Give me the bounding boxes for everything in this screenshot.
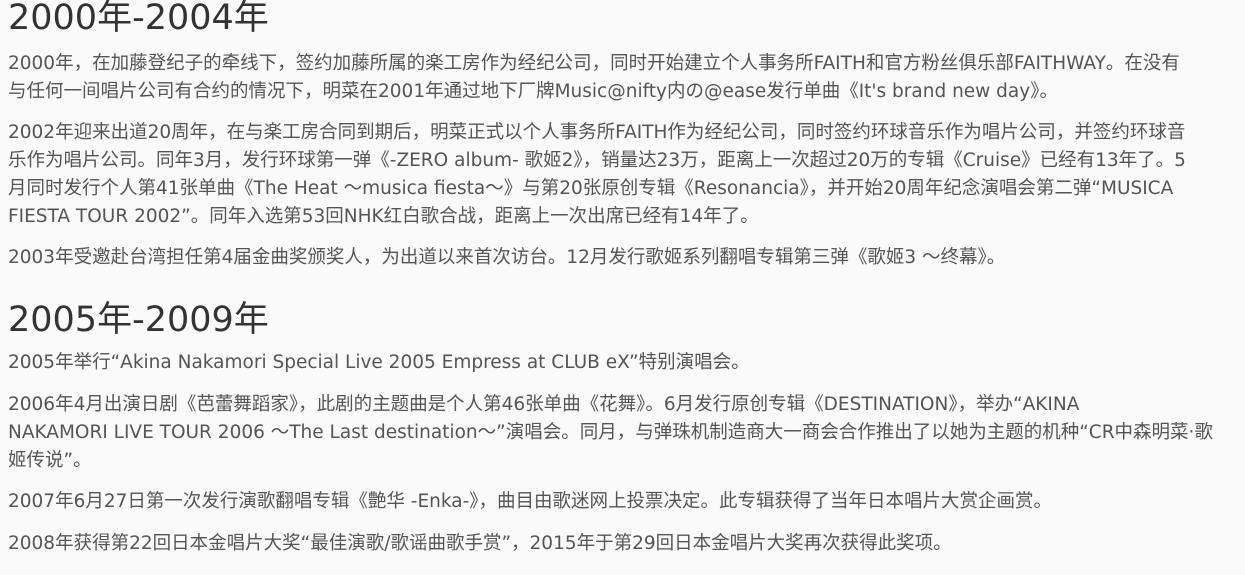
section-heading-2000-2004: 2000年-2004年 — [8, 0, 269, 38]
paragraph-line: 2007年6月27日第一次发行演歌翻唱专辑《艶华 -Enka-》，曲目由歌迷网上… — [8, 491, 1053, 512]
paragraph-line: 2005年举行“Akina Nakamori Special Live 2005… — [8, 352, 750, 373]
paragraph-2008: 2008年获得第22回日本金唱片大奖“最佳演歌/歌谣曲歌手赏”，2015年于第2… — [8, 530, 1240, 558]
paragraph-line: 与任何一间唱片公司有合约的情况下，明菜在2001年通过地下厂牌Music@nif… — [8, 81, 1058, 102]
paragraph-2000: 2000年，在加藤登纪子的牵线下，签约加藤所属的楽工房作为经纪公司，同时开始建立… — [8, 50, 1240, 106]
paragraph-line: 2006年4月出演日剧《芭蕾舞蹈家》，此剧的主题曲是个人第46张单曲《花舞》。6… — [8, 394, 1080, 415]
paragraph-line: 2003年受邀赴台湾担任第4届金曲奖颁奖人，为出道以来首次访台。12月发行歌姬系… — [8, 247, 1006, 268]
paragraph-line: 2008年获得第22回日本金唱片大奖“最佳演歌/歌谣曲歌手赏”，2015年于第2… — [8, 533, 952, 554]
article-body: 2000年-2004年 2000年，在加藤登纪子的牵线下，签约加藤所属的楽工房作… — [0, 0, 1245, 575]
paragraph-line: 月同时发行个人第41张单曲《The Heat ～musica fiesta～》与… — [8, 178, 1174, 199]
paragraph-2002: 2002年迎来出道20周年，在与楽工房合同到期后，明菜正式以个人事务所FAITH… — [8, 119, 1240, 231]
paragraph-line: 姬传说”。 — [8, 450, 92, 471]
section-heading-2005-2009: 2005年-2009年 — [8, 300, 269, 340]
paragraph-2003: 2003年受邀赴台湾担任第4届金曲奖颁奖人，为出道以来首次访台。12月发行歌姬系… — [8, 244, 1240, 272]
paragraph-line: 2002年迎来出道20周年，在与楽工房合同到期后，明菜正式以个人事务所FAITH… — [8, 122, 1186, 143]
paragraph-2007: 2007年6月27日第一次发行演歌翻唱专辑《艶华 -Enka-》，曲目由歌迷网上… — [8, 488, 1240, 516]
paragraph-line: NAKAMORI LIVE TOUR 2006 ～The Last destin… — [8, 422, 1213, 443]
paragraph-line: 2000年，在加藤登纪子的牵线下，签约加藤所属的楽工房作为经纪公司，同时开始建立… — [8, 53, 1180, 74]
paragraph-2006: 2006年4月出演日剧《芭蕾舞蹈家》，此剧的主题曲是个人第46张单曲《花舞》。6… — [8, 391, 1240, 475]
paragraph-line: 乐作为唱片公司。同年3月，发行环球第一弹《-ZERO album- 歌姬2》，销… — [8, 150, 1186, 171]
paragraph-2005: 2005年举行“Akina Nakamori Special Live 2005… — [8, 349, 1240, 377]
paragraph-line: FIESTA TOUR 2002”。同年入选第53回NHK红白歌合战，距离上一次… — [8, 206, 759, 227]
